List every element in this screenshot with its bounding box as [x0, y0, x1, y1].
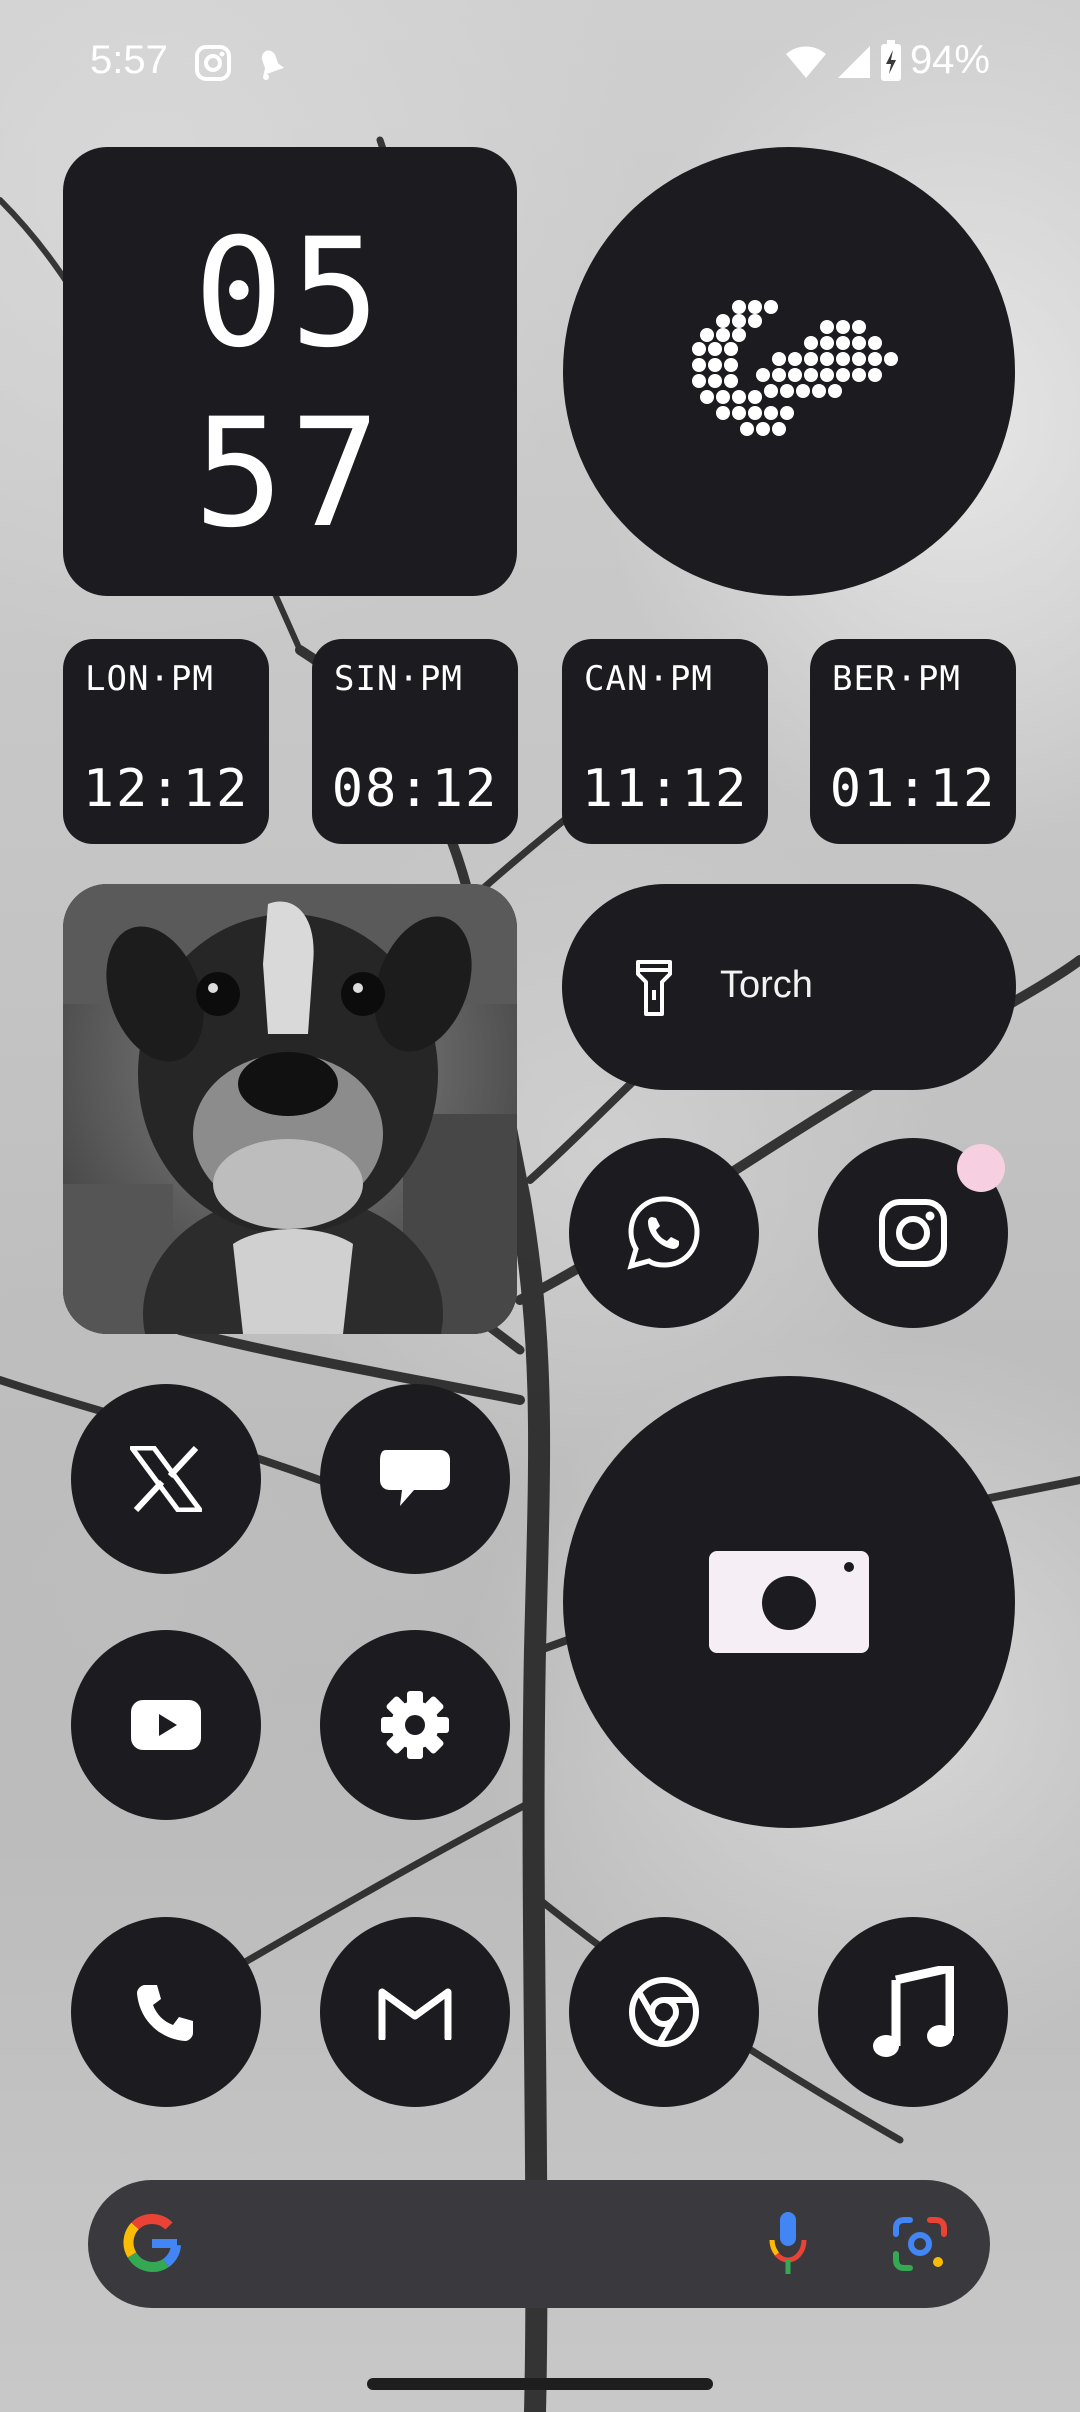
gear-icon [381, 1691, 449, 1759]
world-clock-time: 01:12 [829, 759, 997, 819]
status-bar: 5:57 94% [0, 0, 1080, 126]
chrome-app[interactable] [569, 1917, 759, 2107]
x-app[interactable] [71, 1384, 261, 1574]
weather-widget[interactable] [563, 147, 1015, 596]
phone-icon [137, 1985, 193, 2041]
settings-app[interactable] [320, 1630, 510, 1820]
world-clock-city: SIN·PM [334, 659, 463, 699]
world-clock-time: 12:12 [82, 759, 250, 819]
world-clock-time: 08:12 [331, 759, 499, 819]
photo-widget[interactable] [63, 884, 517, 1334]
clock-widget[interactable]: 05 57 [63, 147, 517, 596]
instagram-icon [879, 1199, 947, 1267]
dog-photo [63, 884, 517, 1334]
torch-label: Torch [720, 964, 813, 1006]
world-clock-singapore[interactable]: SIN·PM 08:12 [312, 639, 518, 844]
youtube-icon [131, 1700, 201, 1750]
world-clock-city: CAN·PM [584, 659, 713, 699]
x-icon [130, 1446, 202, 1512]
world-clock-city: BER·PM [832, 659, 961, 699]
battery-percentage: 94% [909, 38, 990, 82]
world-clock-berlin[interactable]: BER·PM 01:12 [810, 639, 1016, 844]
whatsapp-icon [627, 1196, 700, 1270]
navigation-handle[interactable] [367, 2378, 713, 2390]
flashlight-icon [636, 960, 672, 1016]
google-lens-icon[interactable] [892, 2216, 948, 2272]
world-clock-canberra[interactable]: CAN·PM 11:12 [562, 639, 768, 844]
battery-charging-icon [881, 40, 901, 81]
moon-cloud-icon [692, 299, 898, 436]
world-clock-time: 11:12 [581, 759, 749, 819]
google-search-bar[interactable] [88, 2180, 990, 2308]
instagram-icon [195, 45, 231, 81]
world-clock-london[interactable]: LON·PM 12:12 [63, 639, 269, 844]
chrome-icon [629, 1977, 699, 2047]
notification-dot [957, 1144, 1005, 1192]
camera-icon [709, 1551, 869, 1653]
wifi-icon [786, 46, 826, 78]
gmail-icon [378, 1988, 452, 2040]
clock-hour: 05 [193, 207, 387, 381]
music-icon [873, 1966, 954, 2057]
whatsapp-app[interactable] [569, 1138, 759, 1328]
signal-icon [838, 46, 870, 78]
microphone-icon[interactable] [768, 2210, 808, 2276]
messages-icon [380, 1450, 450, 1506]
music-app[interactable] [818, 1917, 1008, 2107]
youtube-app[interactable] [71, 1630, 261, 1820]
messages-app[interactable] [320, 1384, 510, 1574]
gmail-app[interactable] [320, 1917, 510, 2107]
torch-toggle[interactable]: Torch [562, 884, 1016, 1090]
world-clock-city: LON·PM [85, 659, 214, 699]
camera-app[interactable] [563, 1376, 1015, 1828]
status-time: 5:57 [90, 38, 168, 82]
google-logo-icon [123, 2213, 181, 2272]
bell-icon [261, 50, 285, 80]
clock-minute: 57 [193, 387, 387, 561]
phone-app[interactable] [71, 1917, 261, 2107]
